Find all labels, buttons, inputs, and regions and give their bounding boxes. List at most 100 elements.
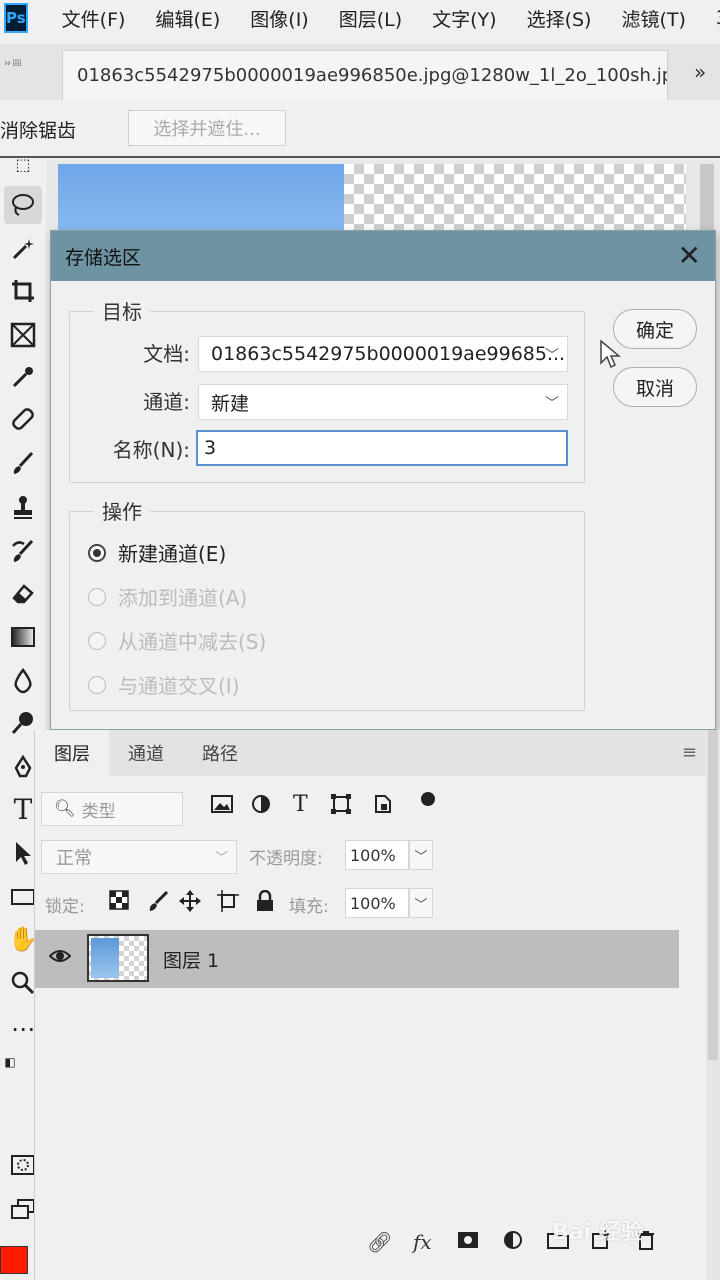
magic-wand-icon[interactable]	[4, 230, 42, 268]
photoshop-logo: Ps	[4, 3, 28, 33]
baidu-watermark: Bai 经验	[552, 1220, 643, 1245]
lock-artboard-icon[interactable]	[217, 890, 239, 917]
layer-filter-select[interactable]: 🔍︎ 类型	[41, 792, 183, 826]
fill-input[interactable]: 100%	[345, 888, 409, 918]
menu-file[interactable]: 文件(F)	[62, 5, 126, 32]
dialog-titlebar[interactable]: 存储选区 ✕	[51, 231, 715, 281]
tab-grip[interactable]: ›› ⁞⁞⁞⁞	[0, 44, 54, 100]
eyedropper-icon[interactable]	[4, 358, 42, 396]
lasso-tool-icon[interactable]	[4, 186, 42, 224]
menu-bar: Ps 文件(F) 编辑(E) 图像(I) 图层(L) 文字(Y) 选择(S) 滤…	[0, 0, 720, 36]
radio-button[interactable]	[88, 675, 106, 694]
blur-tool-icon[interactable]	[4, 662, 42, 700]
layer-row[interactable]: 图层 1	[35, 930, 679, 988]
document-tab[interactable]: 01863c5542975b0000019ae996850e.jpg@1280w…	[62, 50, 668, 100]
radio-add-to-channel[interactable]: 添加到通道(A)	[88, 582, 247, 611]
tab-layers[interactable]: 图层	[35, 730, 109, 776]
lock-position-icon[interactable]	[179, 890, 201, 917]
document-tab-bar: ›› ⁞⁞⁞⁞ 01863c5542975b0000019ae996850e.j…	[0, 44, 720, 100]
radio-label: 从通道中减去(S)	[118, 630, 267, 654]
select-and-mask-button[interactable]: 选择并遮住...	[128, 110, 286, 146]
add-mask-icon[interactable]	[457, 1230, 479, 1254]
clone-stamp-icon[interactable]	[4, 488, 42, 526]
blend-mode-select[interactable]: 正常 ﹀	[41, 840, 237, 874]
target-legend: 目标	[94, 296, 150, 325]
close-icon[interactable]: ✕	[678, 242, 701, 270]
menu-layer[interactable]: 图层(L)	[339, 5, 402, 32]
radio-new-channel[interactable]: 新建通道(E)	[88, 538, 226, 567]
save-selection-dialog: 存储选区 ✕ 目标 文档: 01863c5542975b0000019ae996…	[50, 230, 716, 730]
smart-object-filter-icon[interactable]	[373, 794, 393, 819]
menu-filter[interactable]: 滤镜(T)	[621, 5, 685, 32]
radio-button[interactable]	[88, 543, 106, 562]
ok-button[interactable]: 确定	[613, 309, 697, 349]
channel-select[interactable]: 新建 ﹀	[198, 384, 568, 420]
eye-icon[interactable]	[48, 948, 72, 969]
adjustment-filter-icon[interactable]	[251, 794, 271, 819]
scrollbar-thumb[interactable]	[708, 730, 718, 1060]
filter-toggle-icon[interactable]	[421, 792, 435, 806]
document-select[interactable]: 01863c5542975b0000019ae99685... ﹀	[198, 336, 568, 372]
chevron-down-icon: ﹀	[214, 851, 228, 866]
antialias-label[interactable]: 消除锯齿	[0, 116, 76, 143]
brush-tool-icon[interactable]	[4, 444, 42, 482]
radio-label: 添加到通道(A)	[118, 586, 248, 610]
lock-all-icon[interactable]	[255, 889, 275, 917]
name-input[interactable]: 3	[196, 430, 568, 466]
name-label: 名称(N):	[112, 438, 190, 462]
radio-button[interactable]	[88, 631, 106, 650]
tab-paths[interactable]: 路径	[183, 730, 257, 776]
cancel-button[interactable]: 取消	[613, 367, 697, 407]
lock-transparent-pixels-icon[interactable]	[109, 890, 129, 915]
layer-name[interactable]: 图层 1	[163, 946, 219, 973]
link-layers-icon[interactable]: 🔗︎	[367, 1230, 392, 1254]
layer-thumbnail	[87, 934, 149, 982]
radio-label: 新建通道(E)	[118, 542, 227, 566]
channel-label: 通道:	[143, 390, 190, 414]
chevron-down-icon: ﹀	[545, 348, 559, 364]
foreground-color-swatch[interactable]	[0, 1246, 28, 1274]
default-colors-icon[interactable]: ◧	[0, 1052, 20, 1072]
menu-edit[interactable]: 编辑(E)	[155, 5, 220, 32]
operation-group: 操作 新建通道(E) 添加到通道(A) 从通道中减去(S) 与通道交叉(I)	[69, 496, 585, 711]
radio-intersect-with-channel[interactable]: 与通道交叉(I)	[88, 670, 240, 699]
opacity-input[interactable]: 100%	[345, 840, 409, 870]
fill-dropdown-icon[interactable]: ﹀	[409, 888, 433, 918]
gradient-tool-icon[interactable]	[4, 618, 42, 656]
eraser-icon[interactable]	[4, 574, 42, 612]
menu-select[interactable]: 选择(S)	[527, 5, 592, 32]
crop-tool-icon[interactable]	[4, 272, 42, 310]
radio-subtract-from-channel[interactable]: 从通道中减去(S)	[88, 626, 266, 655]
menu-3d[interactable]: 3D	[716, 7, 720, 29]
lock-image-pixels-icon[interactable]	[147, 890, 169, 917]
thumbnail-image	[91, 938, 119, 978]
layers-panel-scrollbar[interactable]	[706, 730, 720, 1280]
type-filter-icon[interactable]: T	[293, 792, 308, 817]
fx-icon[interactable]: fx	[413, 1230, 432, 1254]
radio-button[interactable]	[88, 587, 106, 606]
radio-label: 与通道交叉(I)	[118, 674, 240, 698]
menu-type[interactable]: 文字(Y)	[432, 5, 496, 32]
blend-mode-value: 正常	[56, 848, 92, 869]
tab-overflow-icon[interactable]: »	[694, 60, 706, 84]
document-select-value: 01863c5542975b0000019ae99685...	[211, 343, 566, 365]
mouse-cursor-icon	[599, 339, 622, 375]
panel-menu-icon[interactable]: ≡	[682, 742, 697, 763]
channel-select-value: 新建	[211, 392, 250, 415]
image-filter-icon[interactable]	[211, 794, 233, 819]
history-brush-icon[interactable]	[4, 532, 42, 570]
search-icon: 🔍︎	[54, 799, 76, 819]
options-bar: 消除锯齿 选择并遮住...	[0, 100, 720, 158]
healing-brush-icon[interactable]	[4, 400, 42, 438]
opacity-dropdown-icon[interactable]: ﹀	[409, 840, 433, 870]
operation-legend: 操作	[94, 496, 150, 525]
lock-label: 锁定:	[45, 897, 85, 917]
grip-icon: ›› ⁞⁞⁞⁞	[4, 58, 22, 69]
panel-tabs: 图层 通道 路径 ≡	[35, 730, 707, 776]
marquee-tool-icon[interactable]: ⬚	[4, 154, 42, 174]
tab-channels[interactable]: 通道	[109, 730, 183, 776]
frame-tool-icon[interactable]	[4, 316, 42, 354]
adjustment-layer-icon[interactable]	[503, 1230, 523, 1255]
shape-filter-icon[interactable]	[331, 794, 351, 819]
menu-image[interactable]: 图像(I)	[250, 5, 308, 32]
